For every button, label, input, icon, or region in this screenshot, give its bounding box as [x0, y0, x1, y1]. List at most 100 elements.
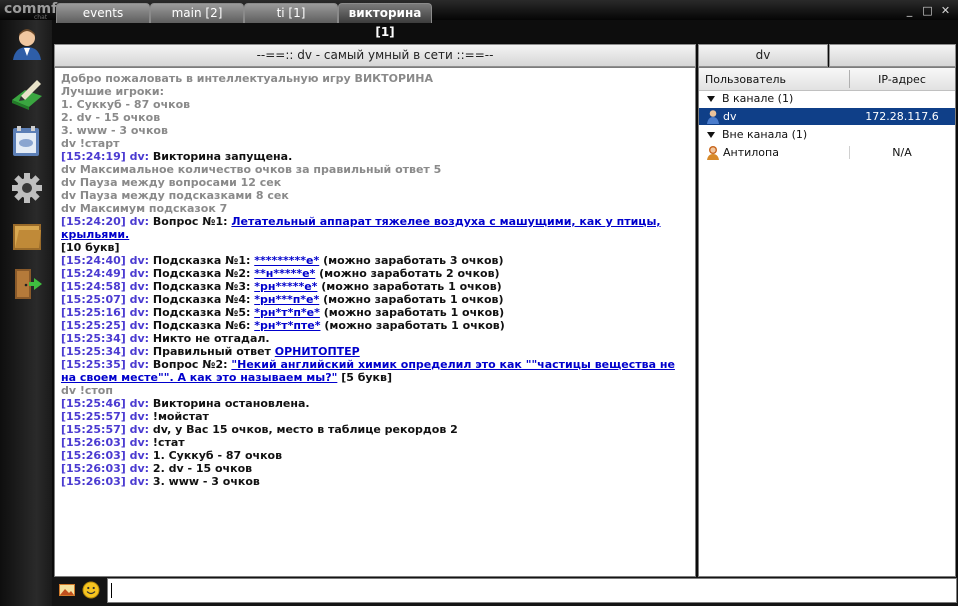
message-nick[interactable]: dv: [130, 462, 149, 475]
maximize-button[interactable]: □ [921, 4, 934, 17]
settings-gear-icon[interactable] [9, 170, 45, 206]
message-nick[interactable]: dv: [130, 475, 149, 488]
message-link[interactable]: *рн*т*п*е* [254, 306, 320, 319]
chat-line: 3. www - 3 очков [61, 124, 687, 137]
message-link[interactable]: *рн*т*пте* [254, 319, 320, 332]
text-caret [111, 583, 112, 598]
message-nick[interactable]: dv: [130, 423, 149, 436]
system-message: 3. www - 3 очков [61, 124, 168, 137]
chat-line: dv Максимум подсказок 7 [61, 202, 687, 215]
chat-line: Лучшие игроки: [61, 85, 687, 98]
image-icon[interactable] [58, 581, 76, 599]
chat-line: [15:24:40] dv: Подсказка №1: *********е*… [61, 254, 687, 267]
message-nick[interactable]: dv: [130, 267, 149, 280]
tab-events[interactable]: events [56, 3, 150, 23]
message-link[interactable]: **н*****е* [254, 267, 315, 280]
message-text: Подсказка №3: [152, 280, 251, 293]
tab-viktorina[interactable]: викторина [1] [338, 3, 432, 39]
user-list[interactable]: Пользователь IP-адрес В канале (1) dv 17… [698, 67, 956, 577]
message-timestamp: [15:25:34] [61, 345, 126, 358]
message-text: Подсказка №5: [152, 306, 251, 319]
chat-log[interactable]: Добро пожаловать в интеллектуальную игру… [54, 67, 696, 577]
smiley-icon[interactable] [82, 581, 100, 599]
current-nick: dv [698, 44, 828, 67]
collapse-arrow-icon[interactable] [707, 132, 715, 138]
message-nick[interactable]: dv: [130, 306, 149, 319]
column-ip[interactable]: IP-адрес [849, 73, 955, 86]
column-user[interactable]: Пользователь [705, 73, 786, 86]
user-row[interactable]: dv 172.28.117.6 [699, 108, 955, 125]
message-text: Подсказка №1: [152, 254, 251, 267]
edit-icon[interactable] [9, 76, 45, 112]
message-nick[interactable]: dv: [130, 215, 149, 228]
message-nick[interactable]: dv: [130, 397, 149, 410]
message-text: [10 букв] [61, 241, 120, 254]
tab-main[interactable]: main [2] [150, 3, 244, 23]
message-nick[interactable]: dv: [130, 410, 149, 423]
message-link[interactable]: *рн*****е* [254, 280, 317, 293]
chat-line: [15:26:03] dv: 1. Суккуб - 87 очков [61, 449, 687, 462]
message-text: dv, у Вас 15 очков, место в таблице реко… [152, 423, 458, 436]
message-after: (можно заработать 2 очков) [319, 267, 500, 280]
message-timestamp: [15:26:03] [61, 436, 126, 449]
message-nick[interactable]: dv: [130, 150, 149, 163]
message-nick[interactable]: dv: [130, 293, 149, 306]
message-nick[interactable]: dv: [130, 319, 149, 332]
system-message: dv Максимальное количество очков за прав… [61, 163, 442, 176]
chat-line: [15:26:03] dv: 2. dv - 15 очков [61, 462, 687, 475]
close-button[interactable]: ✕ [939, 4, 952, 17]
chat-line: [15:24:49] dv: Подсказка №2: **н*****е* … [61, 267, 687, 280]
message-input[interactable] [107, 578, 957, 603]
chat-line: 1. Суккуб - 87 очков [61, 98, 687, 111]
message-text: !мойстат [152, 410, 209, 423]
system-message: 1. Суккуб - 87 очков [61, 98, 191, 111]
message-after: (можно заработать 1 очков) [324, 319, 505, 332]
message-nick[interactable]: dv: [130, 345, 149, 358]
chat-line: dv !старт [61, 137, 687, 150]
message-link[interactable]: *********е* [254, 254, 319, 267]
message-link[interactable]: *рн***п*е* [254, 293, 319, 306]
user-ip: 172.28.117.6 [865, 110, 939, 123]
message-nick[interactable]: dv: [130, 254, 149, 267]
message-timestamp: [15:25:25] [61, 319, 126, 332]
user-icon [707, 110, 719, 124]
channel-icon[interactable] [9, 124, 45, 160]
chat-line: dv Пауза между вопросами 12 сек [61, 176, 687, 189]
message-timestamp: [15:25:46] [61, 397, 126, 410]
message-link[interactable]: Летательный аппарат тяжелее воздуха с ма… [61, 215, 661, 241]
message-timestamp: [15:25:16] [61, 306, 126, 319]
message-timestamp: [15:24:20] [61, 215, 126, 228]
exit-door-icon[interactable] [9, 266, 45, 302]
message-nick[interactable]: dv: [130, 332, 149, 345]
message-nick[interactable]: dv: [130, 280, 149, 293]
group-out-channel[interactable]: Вне канала (1) [699, 126, 955, 143]
user-profile-icon[interactable] [9, 26, 45, 62]
chat-line: [15:25:07] dv: Подсказка №4: *рн***п*е* … [61, 293, 687, 306]
message-timestamp: [15:26:03] [61, 449, 126, 462]
message-timestamp: [15:24:49] [61, 267, 126, 280]
chat-line: [15:25:46] dv: Викторина остановлена. [61, 397, 687, 410]
message-nick[interactable]: dv: [130, 436, 149, 449]
tab-bar [52, 20, 958, 43]
message-timestamp: [15:25:34] [61, 332, 126, 345]
system-message: Лучшие игроки: [61, 85, 164, 98]
minimize-button[interactable]: _ [903, 4, 916, 17]
message-timestamp: [15:24:40] [61, 254, 126, 267]
tab-ti[interactable]: ti [1] [244, 3, 338, 23]
message-nick[interactable]: dv: [130, 449, 149, 462]
chat-line: [15:25:57] dv: !мойстат [61, 410, 687, 423]
collapse-arrow-icon[interactable] [707, 96, 715, 102]
user-list-header: Пользователь IP-адрес [699, 68, 955, 91]
message-timestamp: [15:24:19] [61, 150, 126, 163]
system-message: dv !стоп [61, 384, 113, 397]
message-nick[interactable]: dv: [130, 358, 149, 371]
group-in-channel[interactable]: В канале (1) [699, 90, 955, 107]
folder-icon[interactable] [9, 218, 45, 254]
message-timestamp: [15:26:03] [61, 475, 126, 488]
user-row[interactable]: Антилопа N/A [699, 144, 955, 161]
system-message: dv Пауза между вопросами 12 сек [61, 176, 282, 189]
chat-line: dv Максимальное количество очков за прав… [61, 163, 687, 176]
message-link[interactable]: ОРНИТОПТЕР [275, 345, 360, 358]
system-message: 2. dv - 15 очков [61, 111, 161, 124]
message-after: (можно заработать 1 очков) [323, 306, 505, 319]
